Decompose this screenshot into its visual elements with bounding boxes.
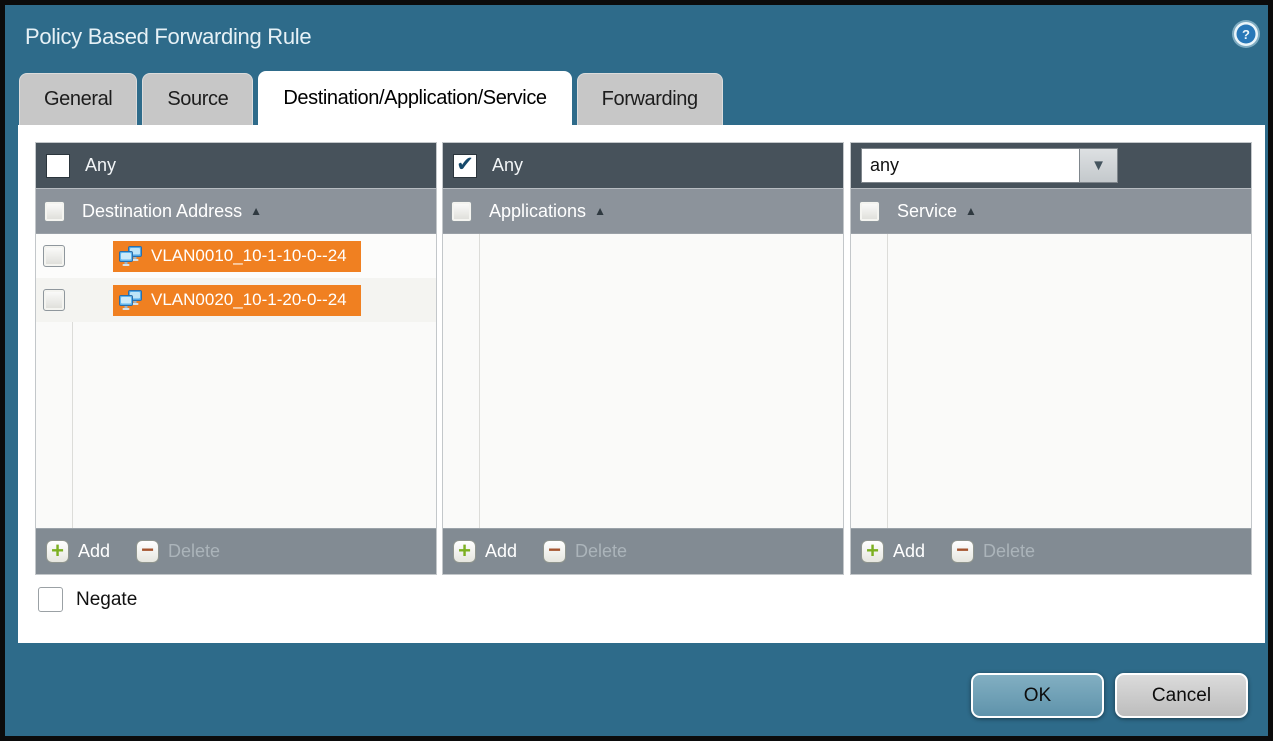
row-checkbox[interactable]: [43, 289, 65, 311]
negate-checkbox[interactable]: [38, 587, 63, 612]
add-button-label: Add: [485, 541, 517, 562]
service-list: [851, 234, 1251, 528]
service-column-header[interactable]: Service ▲: [851, 188, 1251, 234]
destination-address-panel: ✔ Any Destination Address ▲: [35, 142, 437, 575]
ok-button[interactable]: OK: [971, 673, 1104, 718]
checkmark-icon: ✔: [456, 152, 474, 177]
service-any-bar: ▼: [851, 143, 1251, 188]
chevron-down-icon: ▼: [1091, 157, 1106, 174]
add-plus-icon: +: [458, 541, 471, 561]
dialog-title: Policy Based Forwarding Rule: [25, 24, 311, 50]
add-button[interactable]: + Add: [46, 540, 110, 563]
help-icon[interactable]: ?: [1231, 19, 1261, 49]
applications-list: [443, 234, 843, 528]
add-button[interactable]: + Add: [861, 540, 925, 563]
address-object-chip[interactable]: VLAN0020_10-1-20-0--24: [113, 285, 361, 316]
applications-select-all-checkbox[interactable]: [451, 201, 472, 222]
service-panel: ▼ Service ▲ + Add − Delete: [850, 142, 1252, 575]
tab-general[interactable]: General: [19, 73, 137, 125]
sort-asc-icon: ▲: [594, 204, 606, 218]
row-checkbox[interactable]: [43, 245, 65, 267]
delete-minus-icon: −: [141, 541, 154, 559]
destination-any-label: Any: [85, 155, 116, 176]
delete-button[interactable]: − Delete: [543, 540, 627, 563]
delete-button[interactable]: − Delete: [951, 540, 1035, 563]
service-dropdown-button[interactable]: ▼: [1080, 148, 1118, 183]
negate-label: Negate: [76, 589, 137, 611]
add-plus-icon: +: [866, 541, 879, 561]
applications-column-header[interactable]: Applications ▲: [443, 188, 843, 234]
add-button[interactable]: + Add: [453, 540, 517, 563]
tab-bar: General Source Destination/Application/S…: [19, 73, 723, 125]
tab-destination-application-service[interactable]: Destination/Application/Service: [258, 71, 571, 125]
tab-page-content: ✔ Any Destination Address ▲: [18, 125, 1265, 643]
delete-minus-icon: −: [956, 541, 969, 559]
table-row[interactable]: VLAN0010_10-1-10-0--24: [36, 234, 436, 278]
delete-minus-icon: −: [548, 541, 561, 559]
sort-asc-icon: ▲: [250, 204, 262, 218]
applications-any-checkbox[interactable]: ✔: [453, 154, 477, 178]
svg-text:?: ?: [1242, 27, 1250, 42]
tab-source[interactable]: Source: [142, 73, 253, 125]
service-column-header-label: Service: [897, 201, 957, 222]
destination-any-bar: ✔ Any: [36, 143, 436, 188]
delete-button-label: Delete: [983, 541, 1035, 562]
checkbox-column-divider: [887, 234, 888, 528]
service-select-all-checkbox[interactable]: [859, 201, 880, 222]
delete-button[interactable]: − Delete: [136, 540, 220, 563]
applications-panel: ✔ Any Applications ▲ + Add − Delete: [442, 142, 844, 575]
network-address-icon: [119, 290, 143, 311]
policy-based-forwarding-dialog: Policy Based Forwarding Rule ? General S…: [0, 0, 1273, 741]
address-object-label: VLAN0010_10-1-10-0--24: [151, 246, 347, 266]
tab-forwarding[interactable]: Forwarding: [577, 73, 723, 125]
destination-column-header-label: Destination Address: [82, 201, 242, 222]
service-dropdown-input[interactable]: [861, 148, 1080, 183]
sort-asc-icon: ▲: [965, 204, 977, 218]
applications-toolbar: + Add − Delete: [443, 528, 843, 574]
table-row[interactable]: VLAN0020_10-1-20-0--24: [36, 278, 436, 322]
checkbox-column-divider: [479, 234, 480, 528]
destination-any-checkbox[interactable]: ✔: [46, 154, 70, 178]
destination-column-header[interactable]: Destination Address ▲: [36, 188, 436, 234]
address-object-chip[interactable]: VLAN0010_10-1-10-0--24: [113, 241, 361, 272]
negate-option: Negate: [38, 587, 137, 612]
network-address-icon: [119, 246, 143, 267]
destination-toolbar: + Add − Delete: [36, 528, 436, 574]
cancel-button[interactable]: Cancel: [1115, 673, 1248, 718]
service-toolbar: + Add − Delete: [851, 528, 1251, 574]
add-plus-icon: +: [51, 541, 64, 561]
service-dropdown[interactable]: ▼: [861, 148, 1118, 183]
add-button-label: Add: [78, 541, 110, 562]
add-button-label: Add: [893, 541, 925, 562]
delete-button-label: Delete: [168, 541, 220, 562]
destination-select-all-checkbox[interactable]: [44, 201, 65, 222]
applications-column-header-label: Applications: [489, 201, 586, 222]
destination-address-list: VLAN0010_10-1-10-0--24: [36, 234, 436, 528]
delete-button-label: Delete: [575, 541, 627, 562]
applications-any-bar: ✔ Any: [443, 143, 843, 188]
applications-any-label: Any: [492, 155, 523, 176]
address-object-label: VLAN0020_10-1-20-0--24: [151, 290, 347, 310]
